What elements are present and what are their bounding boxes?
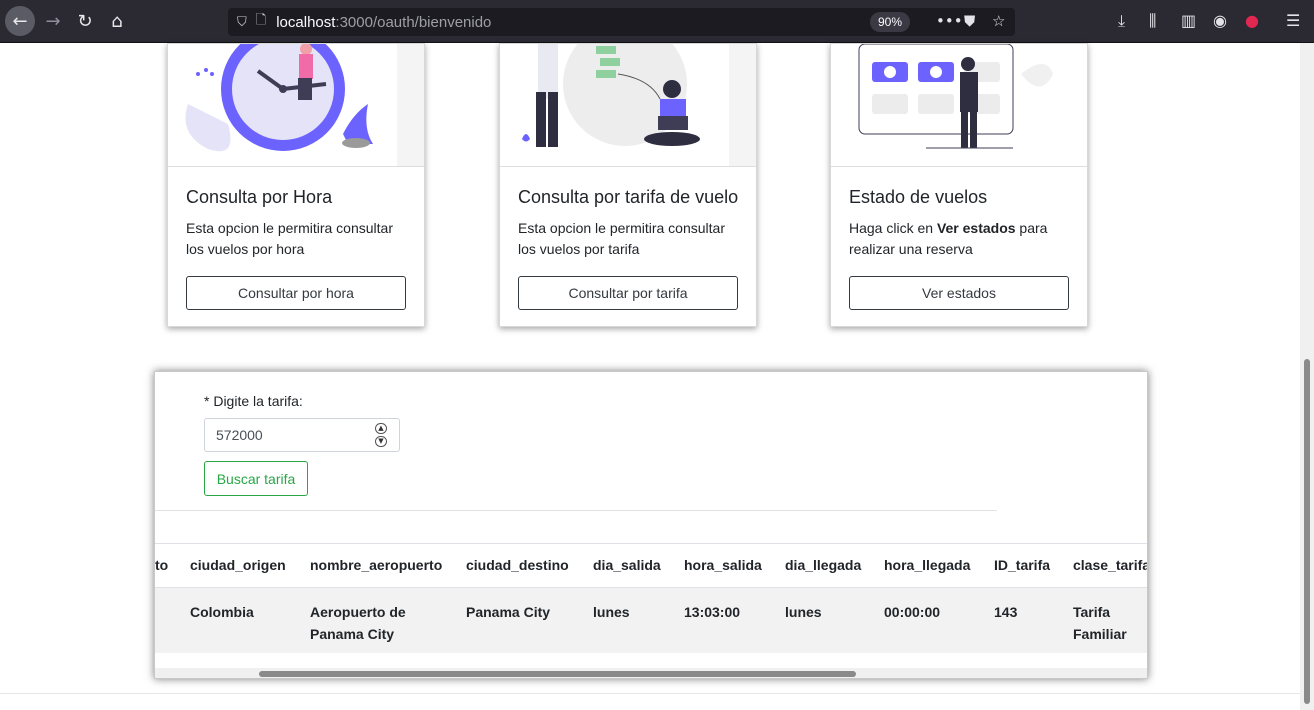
table-cell: 143 xyxy=(994,604,1018,620)
card-estado-vuelos: Estado de vuelos Haga click en Ver estad… xyxy=(830,43,1088,327)
more-icon[interactable]: ••• xyxy=(936,12,963,30)
consultar-tarifa-button[interactable]: Consultar por tarifa xyxy=(518,276,738,310)
card-consulta-hora: Consulta por Hora Esta opcion le permiti… xyxy=(167,43,425,327)
table-horizontal-scrollbar[interactable] xyxy=(155,668,1147,678)
home-icon[interactable]: ⌂ xyxy=(102,6,132,36)
bookmark-star-icon[interactable]: ☆ xyxy=(992,12,1005,30)
col-header: ciudad_origen xyxy=(190,557,286,573)
spinner-down-icon[interactable]: ▼ xyxy=(375,436,387,447)
money-transfer-illustration xyxy=(500,44,756,167)
pocket-icon[interactable]: ⛊ xyxy=(964,12,975,30)
tarifa-panel: * Digite la tarifa: 572000 ▲ ▼ Buscar ta… xyxy=(154,371,1148,679)
consultar-hora-button[interactable]: Consultar por hora xyxy=(186,276,406,310)
back-icon[interactable]: ← xyxy=(5,6,35,36)
card-text: Esta opcion le permitira consultar los v… xyxy=(518,220,725,257)
table-cell: 00:00:00 xyxy=(884,604,941,620)
card-consulta-tarifa: Consulta por tarifa de vuelo Esta opcion… xyxy=(499,43,757,327)
page-icon[interactable]: 🗋 xyxy=(256,11,266,33)
table-cell: Panama City xyxy=(466,604,551,620)
account-icon[interactable]: ◉ xyxy=(1213,11,1227,30)
col-header: dia_llegada xyxy=(785,557,862,573)
url-text[interactable]: localhost:3000/oauth/bienvenido xyxy=(276,14,491,31)
url-bar[interactable]: ⛉ 🗋 localhost:3000/oauth/bienvenido 90% … xyxy=(228,8,1015,36)
table-cell: lunes xyxy=(593,604,630,620)
scrollbar-thumb[interactable] xyxy=(1304,359,1310,704)
col-header: clase_tarifa xyxy=(1073,557,1148,573)
col-header: to xyxy=(155,557,169,573)
buscar-tarifa-button[interactable]: Buscar tarifa xyxy=(204,461,308,496)
reload-icon[interactable]: ↻ xyxy=(70,6,100,36)
table-cell: 13:03:00 xyxy=(684,604,741,620)
divider xyxy=(0,693,1300,694)
library-icon[interactable]: ⫼ xyxy=(1149,11,1156,31)
table-cell: Tarifa Familiar xyxy=(1073,604,1127,642)
divider xyxy=(155,510,997,511)
col-header: nombre_aeropuerto xyxy=(310,557,443,573)
card-text: Esta opcion le permitira consultar los v… xyxy=(186,220,393,257)
tarifa-input[interactable]: 572000 ▲ ▼ xyxy=(204,418,400,452)
shield-icon[interactable]: ⛉ xyxy=(237,15,247,30)
table-cell: Colombia xyxy=(190,604,254,620)
table-cell: lunes xyxy=(785,604,822,620)
zoom-badge[interactable]: 90% xyxy=(870,12,911,32)
table-row: Colombia Aeropuerto de Panama City Panam… xyxy=(155,588,1147,653)
col-header: hora_salida xyxy=(684,557,762,573)
col-header: dia_salida xyxy=(593,557,661,573)
ver-estados-button[interactable]: Ver estados xyxy=(849,276,1069,310)
menu-icon[interactable]: ☰ xyxy=(1286,11,1300,30)
table-header-row: to ciudad_origen nombre_aeropuerto ciuda… xyxy=(155,543,1148,588)
checklist-illustration xyxy=(831,44,1087,167)
col-header: ID_tarifa xyxy=(994,557,1051,573)
download-icon[interactable]: ⤓ xyxy=(1118,11,1125,31)
tarifa-label: * Digite la tarifa: xyxy=(204,393,303,409)
spinner-up-icon[interactable]: ▲ xyxy=(375,423,387,434)
col-header: ciudad_destino xyxy=(466,557,569,573)
scrollbar-thumb[interactable] xyxy=(259,671,856,677)
card-title: Consulta por tarifa de vuelo xyxy=(518,187,739,207)
card-title: Estado de vuelos xyxy=(849,187,988,207)
number-spinner[interactable]: ▲ ▼ xyxy=(375,423,387,447)
card-title: Consulta por Hora xyxy=(186,187,333,207)
table-cell: Aeropuerto de Panama City xyxy=(310,604,406,642)
page-vertical-scrollbar[interactable] xyxy=(1300,43,1314,710)
card-text: Haga click en Ver estados para realizar … xyxy=(849,220,1048,257)
clock-illustration xyxy=(168,44,424,167)
browser-toolbar: ← → ↻ ⌂ ⛉ 🗋 localhost:3000/oauth/bienven… xyxy=(0,0,1314,43)
sidebar-icon[interactable]: ▥ xyxy=(1181,11,1196,30)
col-header: hora_llegada xyxy=(884,557,971,573)
extension-lock-icon[interactable]: ● xyxy=(1245,11,1259,30)
forward-icon[interactable]: → xyxy=(38,6,68,36)
ver-estados-emphasis: Ver estados xyxy=(936,220,1016,236)
